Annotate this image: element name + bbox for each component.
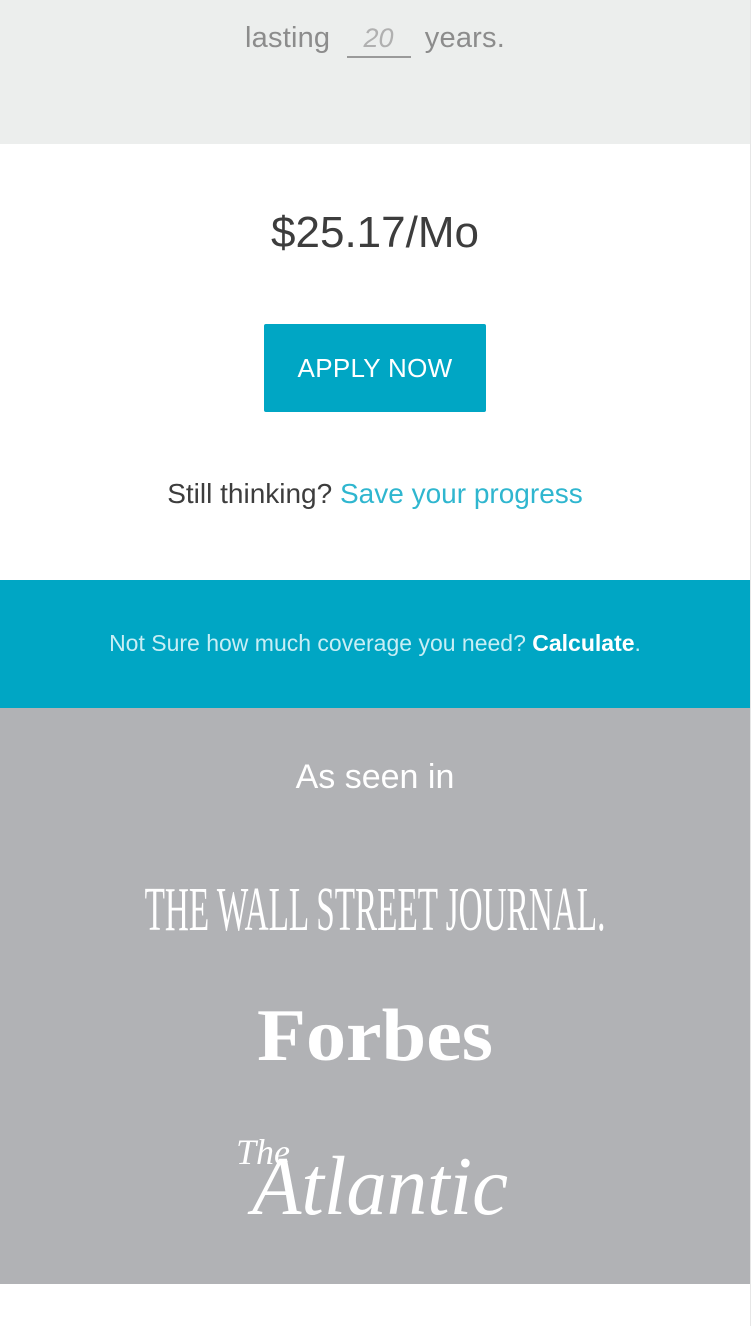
calculator-trailing: . (634, 630, 641, 656)
forbes-logo: Forbes (0, 1000, 750, 1072)
atlantic-logo: The Atlantic (0, 1122, 750, 1222)
scrollbar-track[interactable] (750, 0, 754, 1326)
forbes-logo-image: Forbes (257, 1000, 493, 1072)
wsj-logo: THE WALL STREET JOURNAL. (0, 872, 750, 940)
term-section: lasting years. (0, 0, 750, 144)
monthly-price: $25.17/Mo (271, 208, 479, 257)
save-progress-link[interactable]: Save your progress (340, 478, 583, 509)
atlantic-logo-image: The Atlantic (236, 1132, 508, 1222)
term-prefix: lasting (245, 22, 331, 54)
wsj-logo-image: THE WALL STREET JOURNAL. (145, 875, 606, 940)
term-years-input[interactable] (346, 23, 411, 58)
quote-section: $25.17/Mo APPLY NOW Still thinking? Save… (0, 144, 750, 580)
still-thinking-line: Still thinking? Save your progress (0, 478, 750, 510)
term-suffix: years. (424, 22, 505, 54)
forbes-logo-text: Forbes (257, 1000, 493, 1072)
calculator-line: Not Sure how much coverage you need? Cal… (0, 630, 750, 657)
apply-now-button[interactable]: APPLY NOW (264, 324, 486, 412)
calculator-prompt: Not Sure how much coverage you need? (109, 630, 526, 656)
press-section: As seen in THE WALL STREET JOURNAL. Forb… (0, 708, 750, 1284)
press-heading: As seen in (295, 758, 455, 796)
calculate-link[interactable]: Calculate (532, 630, 634, 656)
term-sentence: lasting years. (0, 22, 750, 58)
page: lasting years. $25.17/Mo APPLY NOW Still… (0, 0, 750, 1326)
calculator-banner: Not Sure how much coverage you need? Cal… (0, 580, 750, 708)
atlantic-logo-text: Atlantic (247, 1140, 508, 1222)
bottom-spacer (0, 1284, 750, 1326)
still-thinking-text: Still thinking? (167, 478, 333, 509)
wsj-logo-text: THE WALL STREET JOURNAL. (145, 875, 606, 940)
